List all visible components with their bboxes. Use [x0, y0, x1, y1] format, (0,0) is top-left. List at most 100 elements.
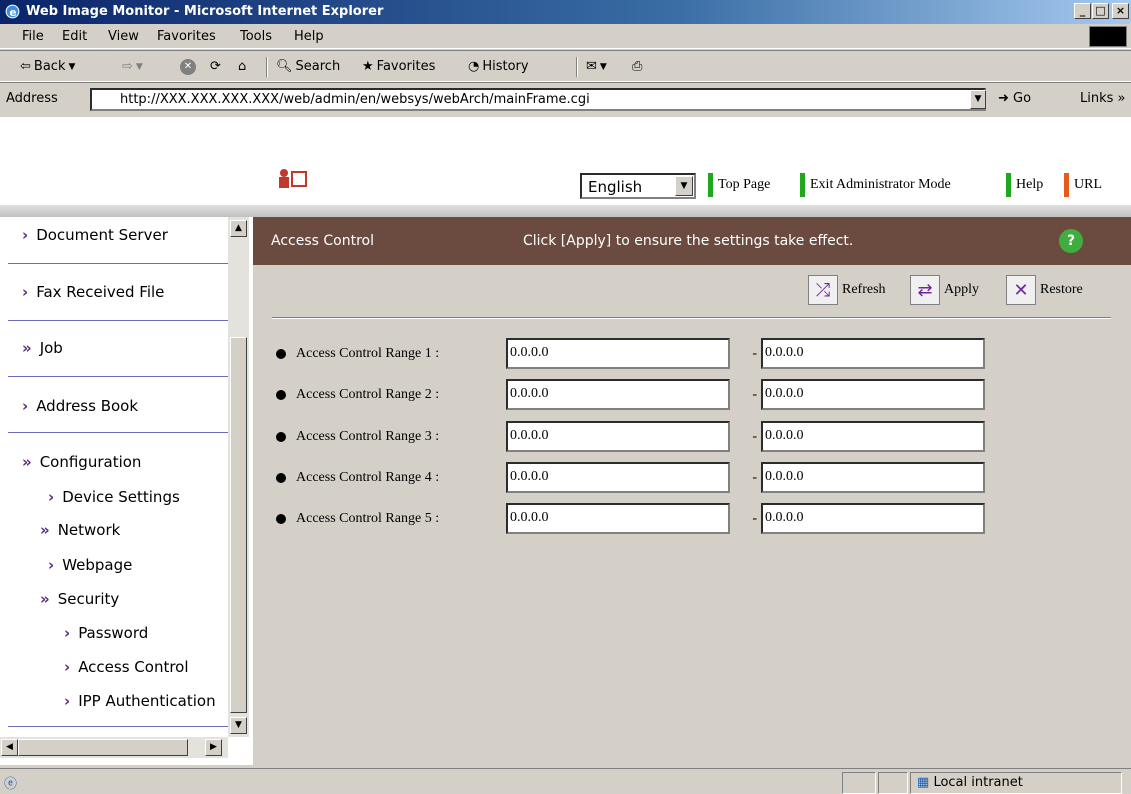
range-end-input[interactable]: 0.0.0.0	[761, 503, 985, 534]
chevron-down-icon: ▼	[68, 61, 76, 72]
scroll-down-icon[interactable]: ▼	[230, 717, 247, 734]
range-start-input[interactable]: 0.0.0.0	[506, 338, 730, 369]
access-control-range-row: Access Control Range 2 : 0.0.0.0 - 0.0.0…	[276, 379, 985, 410]
ie-icon: e	[5, 4, 20, 19]
exit-admin-label: Exit Administrator Mode	[810, 177, 951, 192]
sidebar-vertical-scrollbar[interactable]: ▲ ▼	[228, 217, 249, 737]
range-label: Access Control Range 2 :	[296, 386, 440, 402]
minimize-button[interactable]: _	[1074, 3, 1091, 19]
range-end-input[interactable]: 0.0.0.0	[761, 462, 985, 493]
refresh-button[interactable]: ⟳	[210, 59, 221, 74]
menu-view[interactable]: View	[108, 29, 139, 44]
favorites-button[interactable]: ★ Favorites	[362, 59, 435, 74]
chevron-down-icon[interactable]: ▼	[970, 90, 986, 109]
sidebar-horizontal-scrollbar[interactable]: ◀ ▶	[0, 737, 228, 758]
search-button[interactable]: 🔍︎ Search	[276, 59, 340, 74]
range-end-input[interactable]: 0.0.0.0	[761, 421, 985, 452]
range-start-input[interactable]: 0.0.0.0	[506, 462, 730, 493]
home-icon: ⌂	[238, 59, 247, 74]
menu-favorites[interactable]: Favorites	[157, 29, 216, 44]
close-button[interactable]: ×	[1112, 3, 1129, 19]
range-label: Access Control Range 4 :	[296, 469, 440, 485]
title-bar: e Web Image Monitor - Microsoft Internet…	[0, 0, 1131, 24]
help-link[interactable]: Help	[1006, 173, 1043, 197]
history-icon: ◔	[468, 59, 480, 74]
stop-button[interactable]: ✕	[180, 59, 196, 75]
chevron-right-icon: ›	[48, 488, 55, 506]
help-icon[interactable]: ?	[1059, 229, 1083, 253]
history-button[interactable]: ◔ History	[468, 59, 529, 74]
apply-label: Apply	[944, 282, 979, 297]
search-icon: 🔍︎	[276, 59, 293, 74]
go-button[interactable]: ➜ Go	[998, 91, 1031, 106]
menu-edit[interactable]: Edit	[62, 29, 87, 44]
chevron-down-icon: ▼	[599, 61, 607, 72]
back-button[interactable]: ⇦ Back ▼	[20, 59, 75, 74]
green-marker-icon	[800, 173, 805, 197]
page-header	[0, 157, 1131, 205]
back-arrow-icon: ⇦	[20, 59, 31, 74]
chevron-down-icon: ▼	[675, 176, 693, 196]
bullet-icon	[276, 431, 286, 442]
apply-button[interactable]: ⇄ Apply	[910, 275, 979, 305]
status-panel	[842, 772, 876, 794]
chevron-right-icon: ›	[22, 283, 29, 301]
range-end-input[interactable]: 0.0.0.0	[761, 338, 985, 369]
bullet-icon	[276, 389, 286, 400]
mail-button[interactable]: ✉ ▼	[586, 59, 607, 74]
chevron-down-icon: ▼	[135, 61, 143, 72]
language-select[interactable]: English ▼	[580, 173, 696, 199]
range-separator: -	[752, 345, 757, 361]
toolbar-separator	[576, 57, 578, 77]
range-start-input[interactable]: 0.0.0.0	[506, 421, 730, 452]
sidebar-item-fax-received-file[interactable]: › Fax Received File	[22, 283, 250, 301]
chevron-right-icon: »	[1117, 91, 1126, 106]
chevron-right-icon: ›	[22, 226, 29, 244]
intranet-icon: ▦	[917, 775, 930, 790]
url-link[interactable]: URL	[1064, 173, 1102, 197]
sidebar-item-address-book[interactable]: › Address Book	[22, 397, 250, 415]
sidebar-item-configuration[interactable]: » Configuration	[22, 453, 250, 471]
sidebar-item-document-server[interactable]: › Document Server	[22, 226, 250, 244]
scroll-thumb[interactable]	[18, 739, 188, 756]
scroll-right-icon[interactable]: ▶	[205, 739, 222, 756]
exit-admin-link[interactable]: Exit Administrator Mode	[800, 173, 951, 197]
standard-toolbar: ⇦ Back ▼ ⇨ ▼ ✕ ⟳ ⌂ 🔍︎ Search ★ Favorites…	[0, 50, 1131, 82]
refresh-button[interactable]: ⤮ Refresh	[808, 275, 886, 305]
forward-button[interactable]: ⇨ ▼	[122, 59, 143, 74]
scroll-up-icon[interactable]: ▲	[230, 220, 247, 237]
double-chevron-icon: »	[22, 339, 32, 357]
scroll-thumb[interactable]	[230, 337, 247, 713]
go-label: Go	[1013, 91, 1032, 106]
go-arrow-icon: ➜	[998, 91, 1009, 106]
sidebar-item-job[interactable]: » Job	[22, 339, 250, 357]
security-zone-panel: ▦ Local intranet	[910, 772, 1122, 794]
home-button[interactable]: ⌂	[238, 59, 246, 74]
maximize-button[interactable]: □	[1092, 3, 1109, 19]
menu-tools[interactable]: Tools	[240, 29, 272, 44]
green-marker-icon	[708, 173, 713, 197]
chevron-right-icon: ›	[64, 624, 71, 642]
favorites-icon: ★	[362, 59, 374, 74]
address-label: Address	[6, 91, 58, 106]
sidebar-item-label: Job	[39, 339, 63, 357]
print-button[interactable]: ⎙	[632, 59, 642, 74]
sidebar-item-label: Access Control	[78, 658, 189, 676]
links-button[interactable]: Links »	[1080, 91, 1126, 106]
range-label: Access Control Range 5 :	[296, 510, 440, 526]
toolbar-separator	[266, 57, 268, 77]
top-page-link[interactable]: Top Page	[708, 173, 770, 197]
address-input[interactable]: http://XXX.XXX.XXX.XXX/web/admin/en/webs…	[90, 88, 986, 111]
address-bar: Address http://XXX.XXX.XXX.XXX/web/admin…	[0, 82, 1131, 116]
apply-icon: ⇄	[910, 275, 940, 305]
range-end-input[interactable]: 0.0.0.0	[761, 379, 985, 410]
scroll-left-icon[interactable]: ◀	[1, 739, 18, 756]
sidebar-item-label: Document Server	[36, 226, 168, 244]
range-start-input[interactable]: 0.0.0.0	[506, 379, 730, 410]
range-start-input[interactable]: 0.0.0.0	[506, 503, 730, 534]
page-header-top	[0, 117, 1131, 157]
restore-button[interactable]: ✕ Restore	[1006, 275, 1083, 305]
menu-file[interactable]: File	[22, 29, 44, 44]
menu-help[interactable]: Help	[294, 29, 324, 44]
sidebar-item-label: Webpage	[62, 556, 133, 574]
